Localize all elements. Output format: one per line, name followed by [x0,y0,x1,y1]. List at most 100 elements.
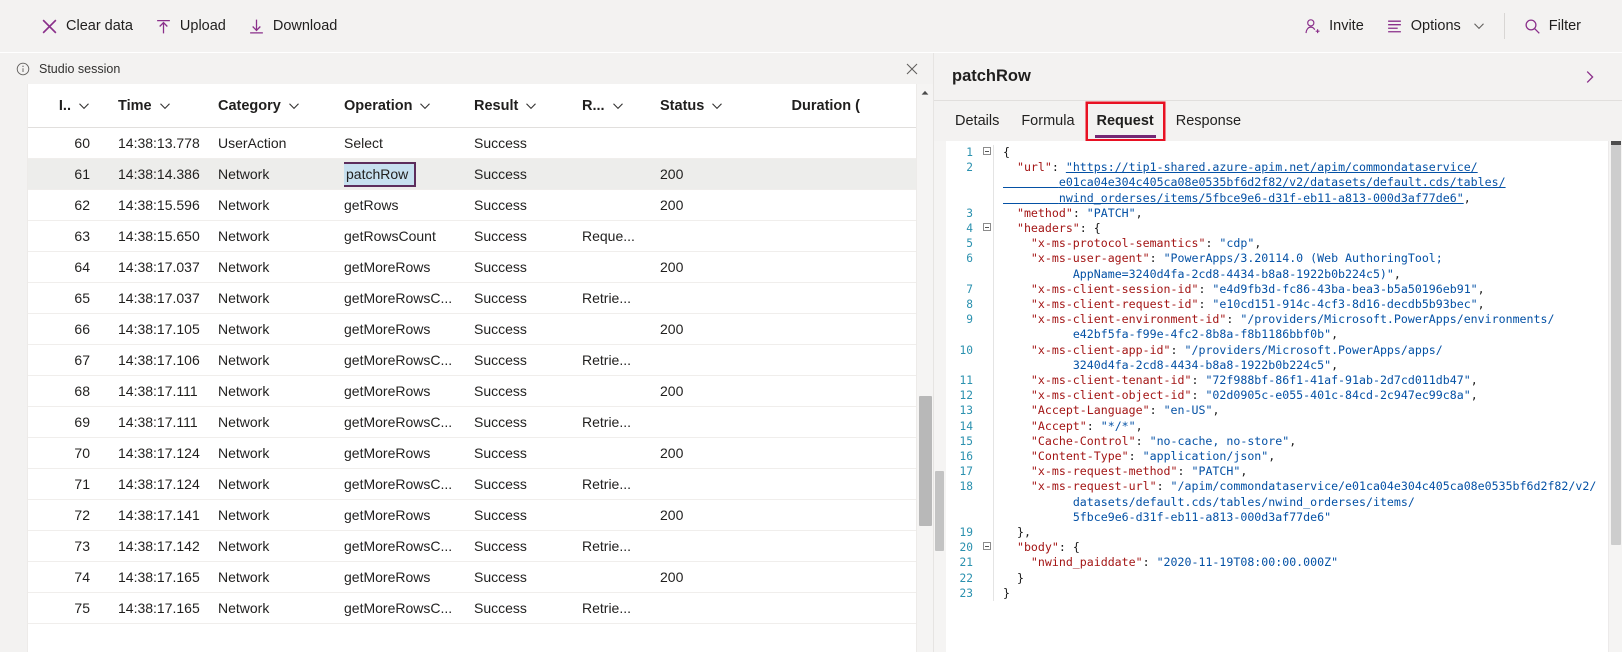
filter-button[interactable]: Filter [1513,12,1592,41]
code-scroll-thumb[interactable] [1611,145,1621,545]
cell-r: Retrie... [582,290,660,306]
cell-category: Network [218,507,344,523]
chevron-down-icon [1473,20,1485,32]
column-header-r[interactable]: R... [582,98,660,114]
table-row[interactable]: 6814:38:17.111NetworkgetMoreRowsSuccess2… [28,376,916,407]
code-token: , [1394,267,1401,281]
code-token: } [1003,586,1010,600]
column-header-category[interactable]: Category [218,98,344,114]
code-token: , [1240,464,1247,478]
table-row[interactable]: 7314:38:17.142NetworkgetMoreRowsC...Succ… [28,531,916,562]
invite-button[interactable]: Invite [1293,12,1375,41]
table-row[interactable]: 6614:38:17.105NetworkgetMoreRowsSuccess2… [28,314,916,345]
chevron-down-icon [612,100,624,112]
clear-data-button[interactable]: Clear data [30,12,144,41]
code-token: "x-ms-request-url" [1031,479,1157,493]
code-fold-toggle-icon[interactable] [980,540,993,555]
column-header-time[interactable]: Time [90,98,218,114]
table-row[interactable]: 7014:38:17.124NetworkgetMoreRowsSuccess2… [28,438,916,469]
cell-category: Network [218,166,344,182]
tab-formula[interactable]: Formula [1012,104,1083,139]
code-left-scroll-thumb[interactable] [935,471,944,551]
code-line: 21 "nwind_paiddate": "2020-11-19T08:00:0… [946,555,1608,570]
column-header-status[interactable]: Status [660,98,770,114]
code-token: "body" [1017,540,1059,554]
table-row[interactable]: 6714:38:17.106NetworkgetMoreRowsC...Succ… [28,345,916,376]
code-token [1003,251,1031,265]
cell-category: Network [218,228,344,244]
code-token [1003,206,1017,220]
table-row[interactable]: 6914:38:17.111NetworkgetMoreRowsC...Succ… [28,407,916,438]
column-header-duration[interactable]: Duration ( [770,98,860,114]
code-line-text: "x-ms-protocol-semantics": "cdp", [1003,236,1608,251]
code-token: "Accept" [1031,419,1087,433]
cell-result: Success [474,476,582,492]
code-line: 15 "Cache-Control": "no-cache, no-store"… [946,434,1608,449]
code-line: 23} [946,586,1608,601]
scroll-up-arrow-icon[interactable] [917,84,933,101]
code-line-text: "x-ms-request-method": "PATCH", [1003,464,1608,479]
code-vertical-scrollbar[interactable] [1608,141,1622,652]
tab-details[interactable]: Details [946,104,1008,139]
details-header: patchRow [934,53,1622,101]
table-row[interactable]: 7214:38:17.141NetworkgetMoreRowsSuccess2… [28,500,916,531]
table-row[interactable]: 6414:38:17.037NetworkgetMoreRowsSuccess2… [28,252,916,283]
code-line-number: 13 [946,403,980,418]
table-row[interactable]: 7114:38:17.124NetworkgetMoreRowsC...Succ… [28,469,916,500]
column-header-operation[interactable]: Operation [344,98,474,114]
table-row[interactable]: 7514:38:17.165NetworkgetMoreRowsC...Succ… [28,593,916,624]
column-header-id-label: I.. [59,98,71,114]
code-token: "x-ms-client-session-id" [1031,282,1199,296]
grid-scroll-thumb[interactable] [919,396,932,526]
code-token: "x-ms-client-tenant-id" [1031,373,1192,387]
column-header-result[interactable]: Result [474,98,582,114]
monitor-window: Clear data Upload Download [0,0,1622,652]
code-line-text: { [1003,145,1608,160]
column-header-id[interactable]: I.. [28,98,90,114]
upload-button[interactable]: Upload [144,12,237,41]
command-bar: Clear data Upload Download [0,0,1622,53]
cell-operation: getMoreRowsC... [344,538,474,554]
cell-category: Network [218,321,344,337]
code-line-number: 2 [946,160,980,175]
tab-request[interactable]: Request [1088,104,1163,139]
grid-vertical-scrollbar[interactable] [916,84,933,652]
code-token: : [1226,312,1240,326]
download-button[interactable]: Download [237,12,349,41]
code-line-text: } [1003,586,1608,601]
code-line-number: 8 [946,297,980,312]
filter-label: Filter [1549,18,1581,34]
table-row[interactable]: 6114:38:14.386NetworkpatchRowSuccess200 [28,159,916,190]
cell-operation: patchRow [344,162,474,187]
code-token: "e10cd151-914c-4cf3-8d16-decdb5b93bec" [1212,297,1477,311]
session-close-button[interactable] [901,58,923,80]
code-gutter-divider [993,586,994,601]
cell-category: Network [218,197,344,213]
code-gutter-divider [993,571,994,586]
table-row[interactable]: 6314:38:15.650NetworkgetRowsCountSuccess… [28,221,916,252]
code-token: "*/*" [1101,419,1136,433]
code-content[interactable]: 1{2 "url": "https://tip1-shared.azure-ap… [946,141,1608,652]
cell-id: 66 [28,321,90,337]
column-header-duration-label: Duration ( [792,98,860,114]
table-row[interactable]: 6014:38:13.778UserActionSelectSuccess [28,128,916,159]
code-fold-toggle-icon[interactable] [980,145,993,160]
code-line-number: 20 [946,540,980,555]
code-fold-toggle-icon[interactable] [980,221,993,236]
table-row[interactable]: 6514:38:17.037NetworkgetMoreRowsC...Succ… [28,283,916,314]
cell-status: 200 [660,166,770,182]
cell-operation: getMoreRows [344,507,474,523]
code-gutter-divider [993,555,994,570]
code-left-scrollbar[interactable] [934,141,946,652]
cell-result: Success [474,197,582,213]
code-token: "x-ms-user-agent" [1031,251,1150,265]
code-token: "x-ms-client-request-id" [1031,297,1199,311]
chevron-right-icon[interactable] [1578,65,1602,89]
options-button[interactable]: Options [1375,12,1496,41]
table-row[interactable]: 7414:38:17.165NetworkgetMoreRowsSuccess2… [28,562,916,593]
code-line-text: "url": "https://tip1-shared.azure-apim.n… [1003,160,1608,206]
tab-response[interactable]: Response [1167,104,1250,139]
highlighted-operation-cell[interactable]: patchRow [344,162,416,187]
code-token [1003,373,1031,387]
table-row[interactable]: 6214:38:15.596NetworkgetRowsSuccess200 [28,190,916,221]
